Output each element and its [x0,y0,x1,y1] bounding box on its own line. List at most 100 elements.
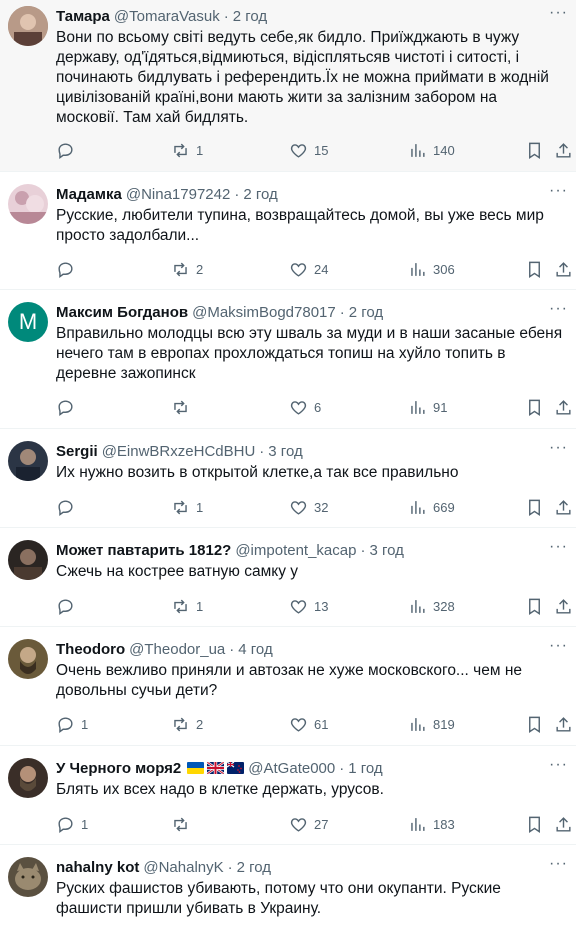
timestamp[interactable]: 4 год [238,641,272,658]
author-handle[interactable]: @Nina1797242 [126,186,230,203]
views-button[interactable]: 140 [408,141,455,160]
more-horizontal-icon[interactable]: ··· [549,756,568,774]
author-handle[interactable]: @impotent_kacap [235,542,356,559]
views-button[interactable]: 328 [408,597,455,616]
repost-icon [174,599,187,613]
tweet[interactable]: Мадамка @Nina1797242 · 2 год Русские, лю… [0,172,576,290]
like-button[interactable]: 32 [289,498,328,517]
avatar[interactable] [8,6,48,46]
author-name[interactable]: Мадамка [56,186,122,203]
more-horizontal-icon[interactable]: ··· [549,300,568,318]
author-name[interactable]: У Черного моря2 [56,760,181,777]
reply-button[interactable] [56,398,81,417]
author-name[interactable]: Sergii [56,443,98,460]
like-button[interactable]: 6 [289,398,321,417]
tweet[interactable]: nahalny kot @NahalnyK · 2 год Руских фаш… [0,845,576,927]
bookmark-button[interactable] [525,715,544,734]
share-button[interactable] [554,260,573,279]
share-button[interactable] [554,715,573,734]
repost-count: 2 [196,716,204,732]
tweet[interactable]: У Черного моря2 @AtGate000 · 1 год Блять… [0,746,576,845]
author-handle[interactable]: @Theodor_ua [129,641,225,658]
tweet[interactable]: Sergii @EinwBRxzeHCdBHU · 3 год Их нужно… [0,429,576,528]
reply-button[interactable] [56,141,81,160]
avatar[interactable] [8,639,48,679]
avatar[interactable] [8,857,48,897]
views-button[interactable]: 183 [408,815,455,834]
more-horizontal-icon[interactable]: ··· [549,182,568,200]
timestamp[interactable]: 3 год [268,443,302,460]
tweet[interactable]: Theodoro @Theodor_ua · 4 год Очень вежли… [0,627,576,746]
heart-icon [290,817,307,832]
views-button[interactable]: 669 [408,498,455,517]
views-button[interactable]: 306 [408,260,455,279]
reply-icon [58,598,73,615]
author-handle[interactable]: @MaksimBogd78017 [192,304,336,321]
bookmark-button[interactable] [525,597,544,616]
like-button[interactable]: 61 [289,715,328,734]
bookmark-button[interactable] [525,498,544,517]
author-name[interactable]: Максим Богданов [56,304,188,321]
like-button[interactable]: 24 [289,260,328,279]
author-handle[interactable]: @TomaraVasuk [114,8,220,25]
share-button[interactable] [554,141,573,160]
share-icon [556,499,571,515]
repost-button[interactable]: 2 [171,260,203,279]
avatar[interactable] [8,184,48,224]
author-name[interactable]: nahalny kot [56,859,139,876]
tweet[interactable]: Тамара @TomaraVasuk · 2 год Вони по всьо… [0,0,576,172]
more-horizontal-icon[interactable]: ··· [549,637,568,655]
reply-button[interactable]: 1 [56,815,88,834]
reply-button[interactable] [56,260,81,279]
views-button[interactable]: 91 [408,398,447,417]
like-button[interactable]: 15 [289,141,328,160]
timestamp[interactable]: 2 год [349,304,383,321]
author-handle[interactable]: @NahalnyK [143,859,223,876]
share-button[interactable] [554,398,573,417]
author-handle[interactable]: @EinwBRxzeHCdBHU [102,443,256,460]
bookmark-button[interactable] [525,815,544,834]
more-horizontal-icon[interactable]: ··· [549,538,568,556]
bookmark-button[interactable] [525,141,544,160]
avatar-letter: M [18,309,38,334]
repost-button[interactable]: 1 [171,597,203,616]
author-name[interactable]: Theodoro [56,641,125,658]
repost-button[interactable]: 1 [171,141,203,160]
timestamp[interactable]: 2 год [233,8,267,25]
avatar[interactable] [8,441,48,481]
avatar[interactable]: M [8,302,48,342]
tweet[interactable]: Может павтарить 1812? @impotent_kacap · … [0,528,576,627]
tweet[interactable]: M Максим Богданов @MaksimBogd78017 · 2 г… [0,290,576,429]
avatar[interactable] [8,540,48,580]
repost-button[interactable] [171,815,196,834]
author-name[interactable]: Тамара [56,8,110,25]
like-button[interactable]: 27 [289,815,328,834]
more-horizontal-icon[interactable]: ··· [549,439,568,457]
reply-button[interactable] [56,498,81,517]
share-button[interactable] [554,815,573,834]
repost-button[interactable]: 2 [171,715,203,734]
reply-button[interactable]: 1 [56,715,88,734]
timestamp[interactable]: 2 год [243,186,277,203]
share-button[interactable] [554,498,573,517]
repost-button[interactable]: 1 [171,498,203,517]
like-count: 6 [314,399,322,415]
author-handle[interactable]: @AtGate000 [248,760,335,777]
more-horizontal-icon[interactable]: ··· [549,4,568,22]
author-name[interactable]: Может павтарить 1812? [56,542,231,559]
share-button[interactable] [554,597,573,616]
reply-count: 1 [81,816,89,832]
repost-icon [174,717,187,731]
more-horizontal-icon[interactable]: ··· [549,855,568,873]
reply-button[interactable] [56,597,81,616]
tweet-text: Очень вежливо приняли и автозак не хуже … [56,662,522,699]
timestamp[interactable]: 2 год [237,859,271,876]
like-button[interactable]: 13 [289,597,328,616]
views-button[interactable]: 819 [408,715,455,734]
timestamp[interactable]: 1 год [348,760,382,777]
repost-button[interactable] [171,398,196,417]
avatar[interactable] [8,758,48,798]
timestamp[interactable]: 3 год [369,542,403,559]
bookmark-button[interactable] [525,398,544,417]
bookmark-button[interactable] [525,260,544,279]
